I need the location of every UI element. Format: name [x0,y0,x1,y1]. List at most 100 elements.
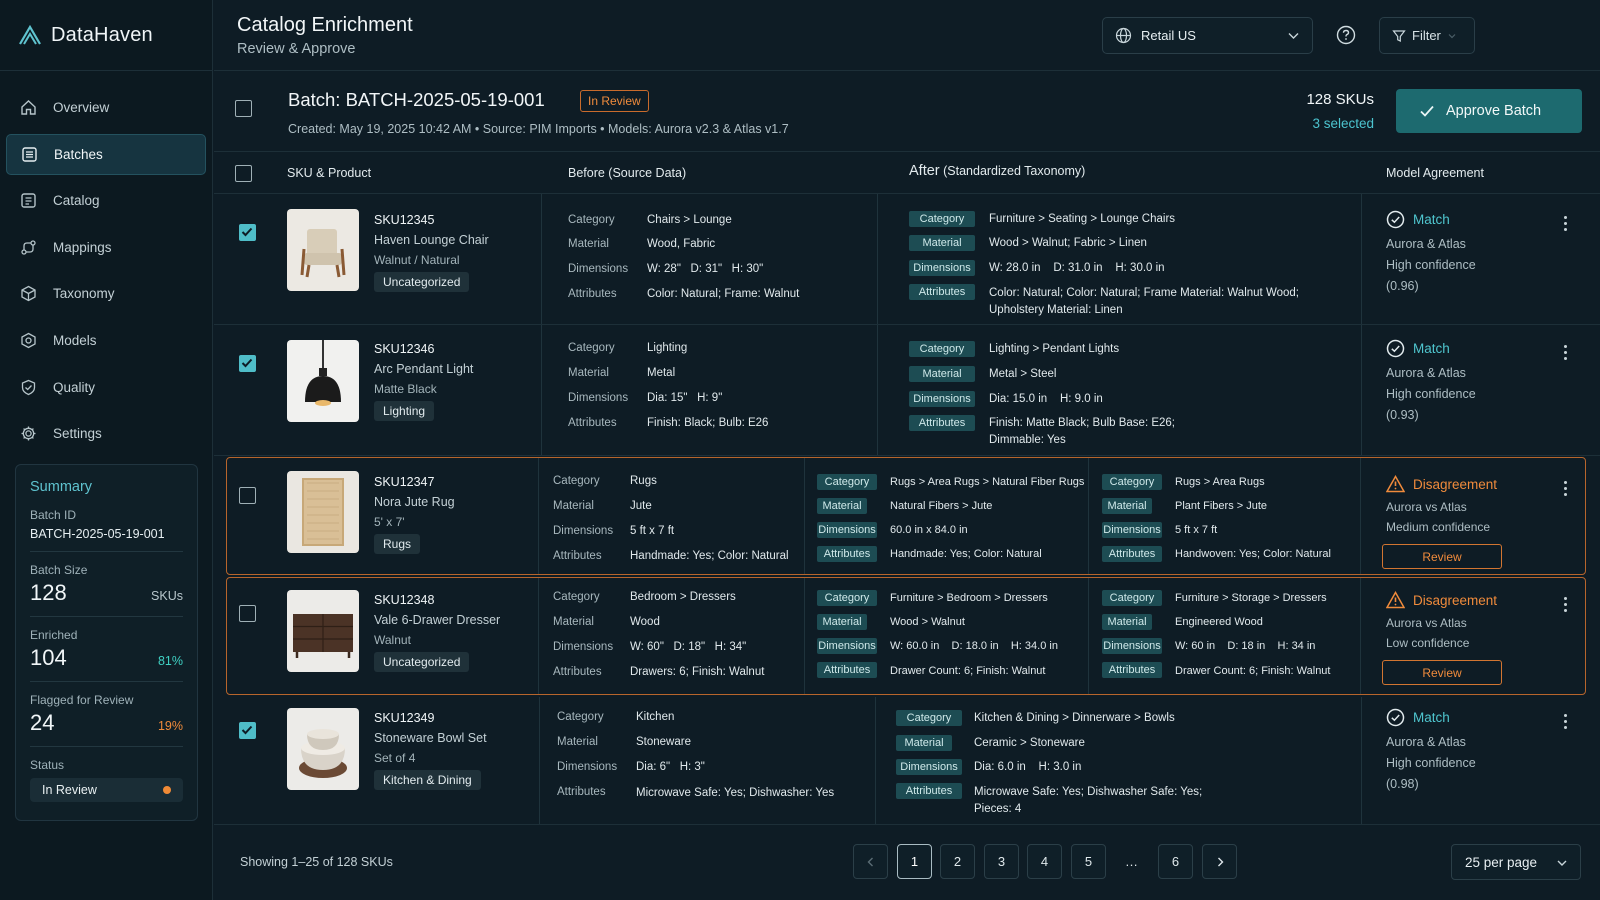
next-page-button[interactable] [1202,844,1237,879]
summary-label: Batch Size [30,563,88,577]
row-checkbox[interactable] [239,605,256,622]
tag-category: Category [1102,590,1162,606]
region-select[interactable]: Retail US [1102,17,1313,54]
row-checkbox[interactable] [239,355,256,372]
after-attributes: Microwave Safe: Yes; Dishwasher Safe: Ye… [974,786,1203,798]
summary-value: 24 [30,710,55,735]
nav-item-quality[interactable]: Quality [6,367,206,408]
model-a-attributes: Drawer Count: 6; Finish: Walnut [890,665,1046,677]
nav-item-catalog[interactable]: Catalog [6,180,206,221]
batch-select-checkbox[interactable] [235,100,252,117]
product-image [287,340,359,422]
page-button[interactable]: 5 [1071,844,1106,879]
app-name: DataHaven [51,23,153,46]
table-row[interactable]: SKU12346 Arc Pendant Light Matte Black L… [214,325,1600,456]
nav-label: Quality [53,379,96,395]
check-circle-icon [1386,708,1405,727]
tag-category: Category [909,341,975,357]
row-menu-icon[interactable] [1564,345,1568,360]
nav-item-overview[interactable]: Overview [6,87,206,128]
nav-item-batches[interactable]: Batches [6,133,206,175]
row-menu-icon[interactable] [1564,714,1568,729]
row-menu-icon[interactable] [1564,597,1568,612]
tag-material: Material [1102,614,1152,630]
nav-label: Mappings [53,239,112,255]
summary-label: Batch ID [30,508,77,522]
nav-item-mappings[interactable]: Mappings [6,227,206,268]
table-row[interactable]: SKU12349 Stoneware Bowl Set Set of 4 Kit… [214,697,1600,825]
filter-button[interactable]: Filter [1379,17,1475,54]
before-material: Wood, Fabric [647,238,716,250]
before-material: Jute [630,500,652,512]
model-a-category: Furniture > Bedroom > Dressers [890,592,1048,604]
tag-attributes: Attributes [909,284,975,300]
column-header-agreement[interactable]: Model Agreement [1386,166,1484,180]
row-menu-icon[interactable] [1564,481,1568,496]
before-dimensions: 5 ft x 7 ft [630,525,675,537]
after-attributes-cont: Pieces: 4 [974,803,1022,815]
model-b-category: Furniture > Storage > Dressers [1175,592,1327,604]
review-button[interactable]: Review [1382,544,1502,569]
before-material: Stoneware [636,736,691,748]
after-category: Kitchen & Dining > Dinnerware > Bowls [974,712,1175,724]
column-header-before[interactable]: Before (Source Data) [568,166,686,180]
nav-list: Overview Batches Catalog Mappings Taxono… [0,71,212,454]
tag-dimensions: Dimensions [817,522,877,538]
product-image [287,209,359,291]
page-button[interactable]: 6 [1158,844,1193,879]
tag-dimensions: Dimensions [1102,638,1162,654]
table-row[interactable]: SKU12345 Haven Lounge Chair Walnut / Nat… [214,194,1600,325]
row-checkbox[interactable] [239,487,256,504]
product-image [287,471,359,553]
summary-batch-size: Batch Size 128 SKUs [30,563,183,617]
row-checkbox[interactable] [239,224,256,241]
row-checkbox[interactable] [239,722,256,739]
per-page-select[interactable]: 25 per page [1451,844,1581,880]
batch-title: Batch: BATCH-2025-05-19-001 [288,89,545,110]
agreement-status: Match [1386,708,1450,727]
page-button[interactable]: 2 [940,844,975,879]
brand[interactable]: DataHaven [0,0,212,71]
check-icon [241,358,253,368]
chevron-right-icon [1217,857,1223,866]
table-row-flagged[interactable]: SKU12347 Nora Jute Rug 5' x 7' Rugs Cate… [226,457,1586,575]
summary-batch-id: Batch ID BATCH-2025-05-19-001 [30,508,183,552]
row-category-chip: Lighting [374,401,435,421]
table-row-flagged[interactable]: SKU12348 Vale 6-Drawer Dresser Walnut Un… [226,577,1586,695]
agreement-confidence: High confidence [1386,258,1476,272]
page-button[interactable]: 4 [1027,844,1062,879]
prev-page-button[interactable] [853,844,888,879]
row-menu-icon[interactable] [1564,216,1568,231]
before-category: Rugs [630,475,657,487]
after-dimensions: Dia: 6.0 in H: 3.0 in [974,761,1082,773]
column-header-product[interactable]: SKU & Product [287,166,371,180]
tag-category: Category [909,211,975,227]
label-material: Material [553,616,594,628]
before-category: Bedroom > Dressers [630,591,736,603]
approve-batch-button[interactable]: Approve Batch [1396,89,1582,133]
nav-label: Overview [53,100,110,115]
page-ellipsis: … [1125,854,1138,869]
nav-item-taxonomy[interactable]: Taxonomy [6,273,206,314]
before-category: Kitchen [636,711,675,723]
page-button[interactable]: 3 [984,844,1019,879]
model-a-dimensions: 60.0 in x 84.0 in [890,524,968,536]
tag-category: Category [896,710,962,726]
agreement-label: Disagreement [1413,476,1498,492]
agreement-confidence: High confidence [1386,387,1476,401]
agreement-status: Match [1386,210,1450,229]
nav-item-settings[interactable]: Settings [6,413,206,454]
label-material: Material [557,736,598,748]
tag-material: Material [1102,498,1152,514]
nav-item-models[interactable]: Models [6,320,206,361]
mappings-icon [21,240,36,255]
select-all-checkbox[interactable] [235,165,252,182]
tag-material: Material [909,366,975,382]
review-button[interactable]: Review [1382,660,1502,685]
page-button[interactable]: 1 [897,844,932,879]
help-icon[interactable] [1336,25,1356,45]
batch-header: Batch: BATCH-2025-05-19-001 In Review Cr… [214,71,1600,152]
column-header-after[interactable]: After (Standardized Taxonomy) [909,163,1085,179]
row-product-name: Vale 6-Drawer Dresser [374,613,501,627]
summary-panel: Summary Batch ID BATCH-2025-05-19-001 Ba… [15,464,198,821]
